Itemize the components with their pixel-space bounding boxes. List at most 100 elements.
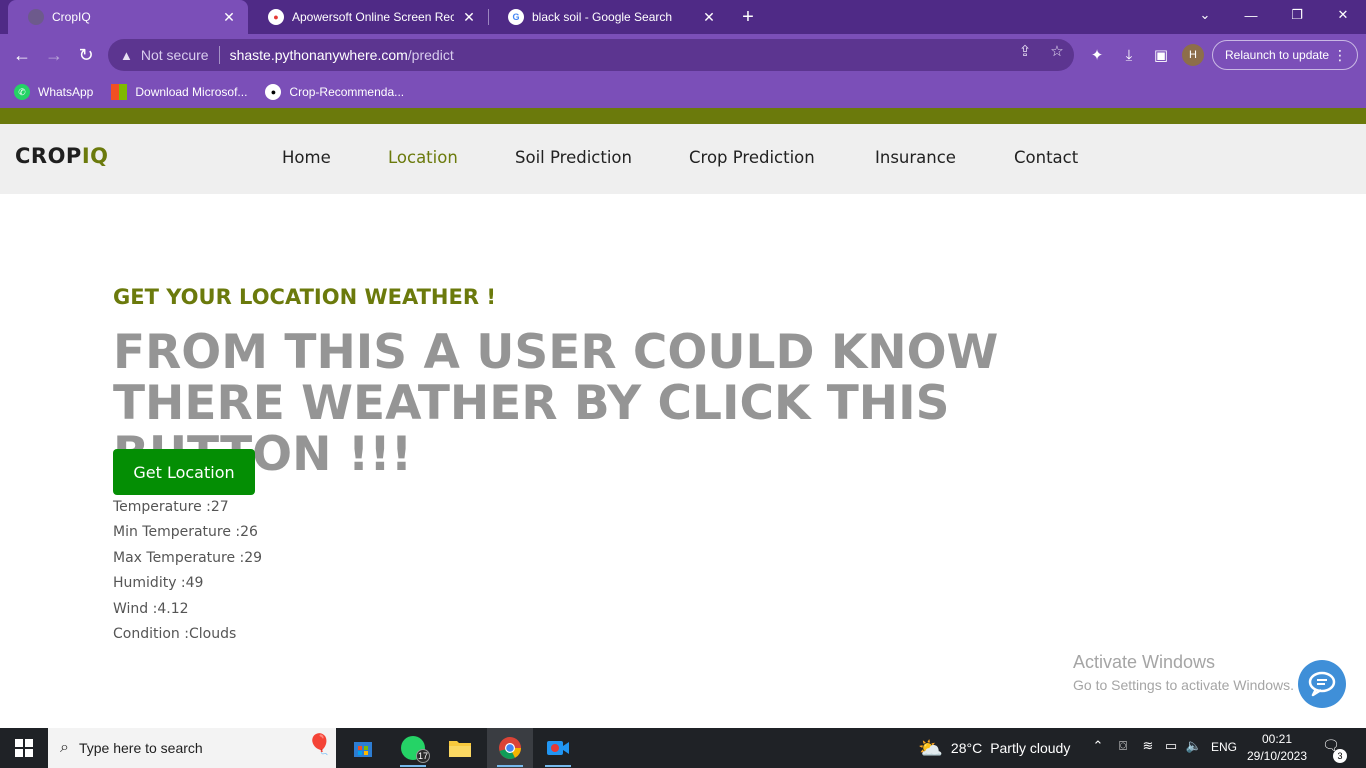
warning-icon: ▲ [120,47,133,63]
close-tab-icon[interactable]: ✕ [220,9,238,26]
bookmark-label: Download Microsof... [135,85,248,99]
relaunch-button[interactable]: Relaunch to update ⋮ [1212,40,1358,70]
security-status[interactable]: Not secure [141,47,209,63]
browser-toolbar: ← → ↻ ▲ Not secure shaste.pythonanywhere… [0,34,1366,76]
whatsapp-badge: 17 [416,749,430,763]
tab-title: CropIQ [52,10,91,24]
bookmark-label: WhatsApp [38,85,94,99]
taskbar-chrome[interactable] [487,728,533,768]
language-indicator[interactable]: ENG [1210,740,1238,754]
volume-icon[interactable]: 🔈 [1184,738,1204,754]
taskbar-store[interactable] [340,728,386,768]
wifi-icon[interactable]: ≋ [1138,738,1158,754]
max-temperature-value: Max Temperature :29 [113,549,263,566]
side-panel-icon[interactable]: ▣ [1148,42,1174,68]
notification-count: 3 [1333,749,1347,763]
nav-home[interactable]: Home [282,148,331,167]
section-kicker: GET YOUR LOCATION WEATHER ! [113,285,496,309]
humidity-value: Humidity :49 [113,575,204,592]
taskbar-whatsapp[interactable]: 17 [390,728,436,768]
wind-value: Wind :4.12 [113,600,189,617]
url-host: shaste.pythonanywhere.com [229,47,408,63]
min-temperature-value: Min Temperature :26 [113,524,258,541]
clock-time: 00:21 [1261,732,1293,746]
search-icon: ⌕ [60,739,69,756]
windows-taskbar: ⌕ Type here to search 🎈 17 ⛅ 28°C Partly… [0,728,1366,768]
minimize-icon[interactable]: — [1228,0,1274,30]
address-bar[interactable]: ▲ Not secure shaste.pythonanywhere.com/p… [108,39,1074,71]
google-icon: G [508,9,524,25]
address-divider [218,46,220,64]
bookmark-star-icon[interactable]: ☆ [1046,42,1068,60]
battery-icon[interactable]: ▭ [1161,738,1181,754]
nav-location[interactable]: Location [388,148,458,167]
taskbar-weather[interactable]: ⛅ 28°C Partly cloudy [918,728,1070,768]
chat-bubble-icon [1308,671,1336,697]
extensions-icon[interactable]: ✦ [1084,42,1110,68]
bookmark-whatsapp[interactable]: ✆ WhatsApp [14,84,93,100]
share-icon[interactable]: ⇪ [1014,42,1036,60]
nav-crop-prediction[interactable]: Crop Prediction [689,148,815,167]
bookmark-microsoft[interactable]: Download Microsof... [111,84,247,100]
watermark-subtitle: Go to Settings to activate Windows. [1073,677,1294,693]
watermark-title: Activate Windows [1073,652,1216,672]
bookmark-github[interactable]: ● Crop-Recommenda... [265,84,404,100]
nav-soil-prediction[interactable]: Soil Prediction [515,148,632,167]
logo-part-iq: IQ [81,144,109,168]
nav-contact[interactable]: Contact [1014,148,1078,167]
download-icon[interactable]: ⤓ [1116,42,1142,68]
partly-cloudy-icon: ⛅ [918,737,943,760]
start-button[interactable] [0,728,48,768]
chat-button[interactable] [1298,660,1346,708]
close-tab-icon[interactable]: ✕ [700,9,718,26]
bookmark-label: Crop-Recommenda... [289,85,405,99]
weather-results: Temperature :27 Min Temperature :26 Max … [113,497,262,649]
more-menu-icon[interactable]: ⋮ [1333,47,1347,64]
site-logo[interactable]: CROPIQ [15,144,109,168]
close-window-icon[interactable]: ✕ [1320,0,1366,30]
nav-insurance[interactable]: Insurance [875,148,956,167]
tab-title: black soil - Google Search [532,10,673,24]
browser-tab-strip: CropIQ ✕ ● Apowersoft Online Screen Reco… [0,0,1366,34]
search-placeholder: Type here to search [78,740,203,756]
page-headline: FROM THIS A USER COULD KNOW THERE WEATHE… [113,325,999,482]
clock-date: 29/10/2023 [1246,749,1308,763]
relaunch-label: Relaunch to update [1225,48,1330,62]
profile-avatar[interactable]: H [1182,44,1204,66]
forward-icon[interactable]: → [40,42,68,68]
tab-search-icon[interactable]: ⌄ [1182,0,1228,30]
store-icon [354,742,372,757]
whatsapp-icon: ✆ [14,84,30,100]
folder-icon [449,741,471,757]
temperature-value: Temperature :27 [113,499,229,515]
reload-icon[interactable]: ↻ [72,42,100,68]
tab-cropiq[interactable]: CropIQ ✕ [8,0,248,34]
url-path: /predict [407,47,454,63]
condition-value: Condition :Clouds [113,625,237,642]
get-location-button[interactable]: Get Location [113,449,255,495]
taskbar-search[interactable]: ⌕ Type here to search 🎈 [48,728,336,768]
close-tab-icon[interactable]: ✕ [460,9,478,26]
back-icon[interactable]: ← [8,42,36,68]
new-tab-button[interactable]: + [737,4,759,30]
restore-icon[interactable]: ❐ [1274,0,1320,30]
windows-logo-icon [15,739,33,757]
activate-windows-watermark: Activate Windows Go to Settings to activ… [1073,652,1294,693]
weather-temp: 28°C [950,740,983,756]
tab-google-search[interactable]: G black soil - Google Search ✕ [488,0,728,34]
tab-title: Apowersoft Online Screen Recor [292,10,454,24]
weather-description: Partly cloudy [990,740,1071,756]
taskbar-screen-recorder[interactable] [535,728,581,768]
meet-now-icon[interactable]: ⌼ [1113,738,1133,754]
balloons-icon: 🎈 [307,734,332,756]
tab-apowersoft[interactable]: ● Apowersoft Online Screen Recor ✕ [248,0,488,34]
globe-icon [28,9,44,25]
taskbar-file-explorer[interactable] [437,728,483,768]
github-icon: ● [265,84,282,100]
bookmarks-bar: ✆ WhatsApp Download Microsof... ● Crop-R… [0,76,1366,108]
system-clock[interactable]: 00:21 29/10/2023 [1244,731,1310,765]
record-icon: ● [268,9,284,25]
chrome-icon [499,737,521,759]
chevron-up-icon[interactable]: ⌃ [1088,738,1108,754]
logo-part-crop: CROP [15,144,82,168]
